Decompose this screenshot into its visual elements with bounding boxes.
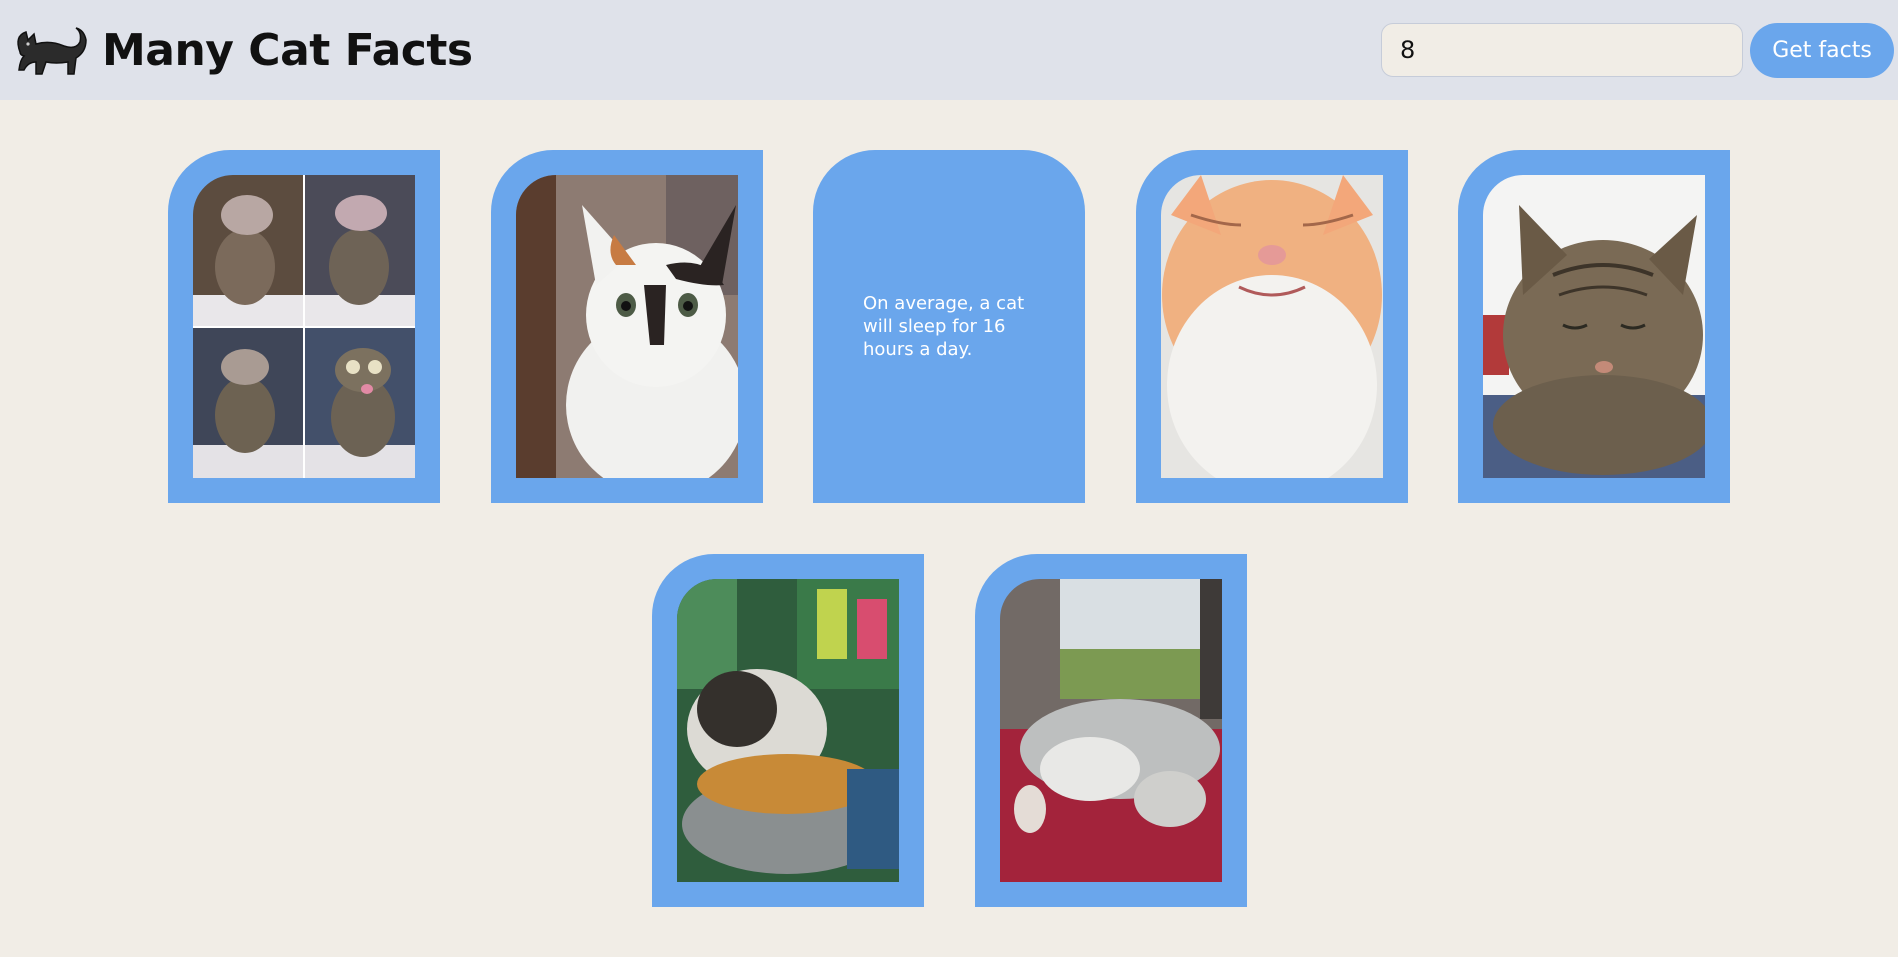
cat-card — [491, 150, 763, 503]
top-bar: Many Cat Facts Get facts — [0, 0, 1898, 100]
app-title: Many Cat Facts — [102, 24, 473, 76]
cat-card — [975, 554, 1247, 907]
cat-photo — [1483, 175, 1705, 478]
fact-count-input[interactable] — [1381, 23, 1743, 77]
black-cat-icon — [17, 27, 87, 75]
cat-card — [652, 554, 924, 907]
cat-photo — [677, 579, 899, 882]
cat-photo — [1000, 579, 1222, 882]
cat-card — [1136, 150, 1408, 503]
fact-card: On average, a cat will sleep for 16 hour… — [813, 150, 1085, 503]
brand: Many Cat Facts — [10, 22, 473, 78]
get-facts-button[interactable]: Get facts — [1750, 23, 1894, 78]
cat-card — [168, 150, 440, 503]
cat-fact-text: On average, a cat will sleep for 16 hour… — [863, 293, 1025, 360]
cat-card — [1458, 150, 1730, 503]
cat-photo — [193, 175, 415, 478]
cat-photo — [1161, 175, 1383, 478]
cat-photo — [516, 175, 738, 478]
